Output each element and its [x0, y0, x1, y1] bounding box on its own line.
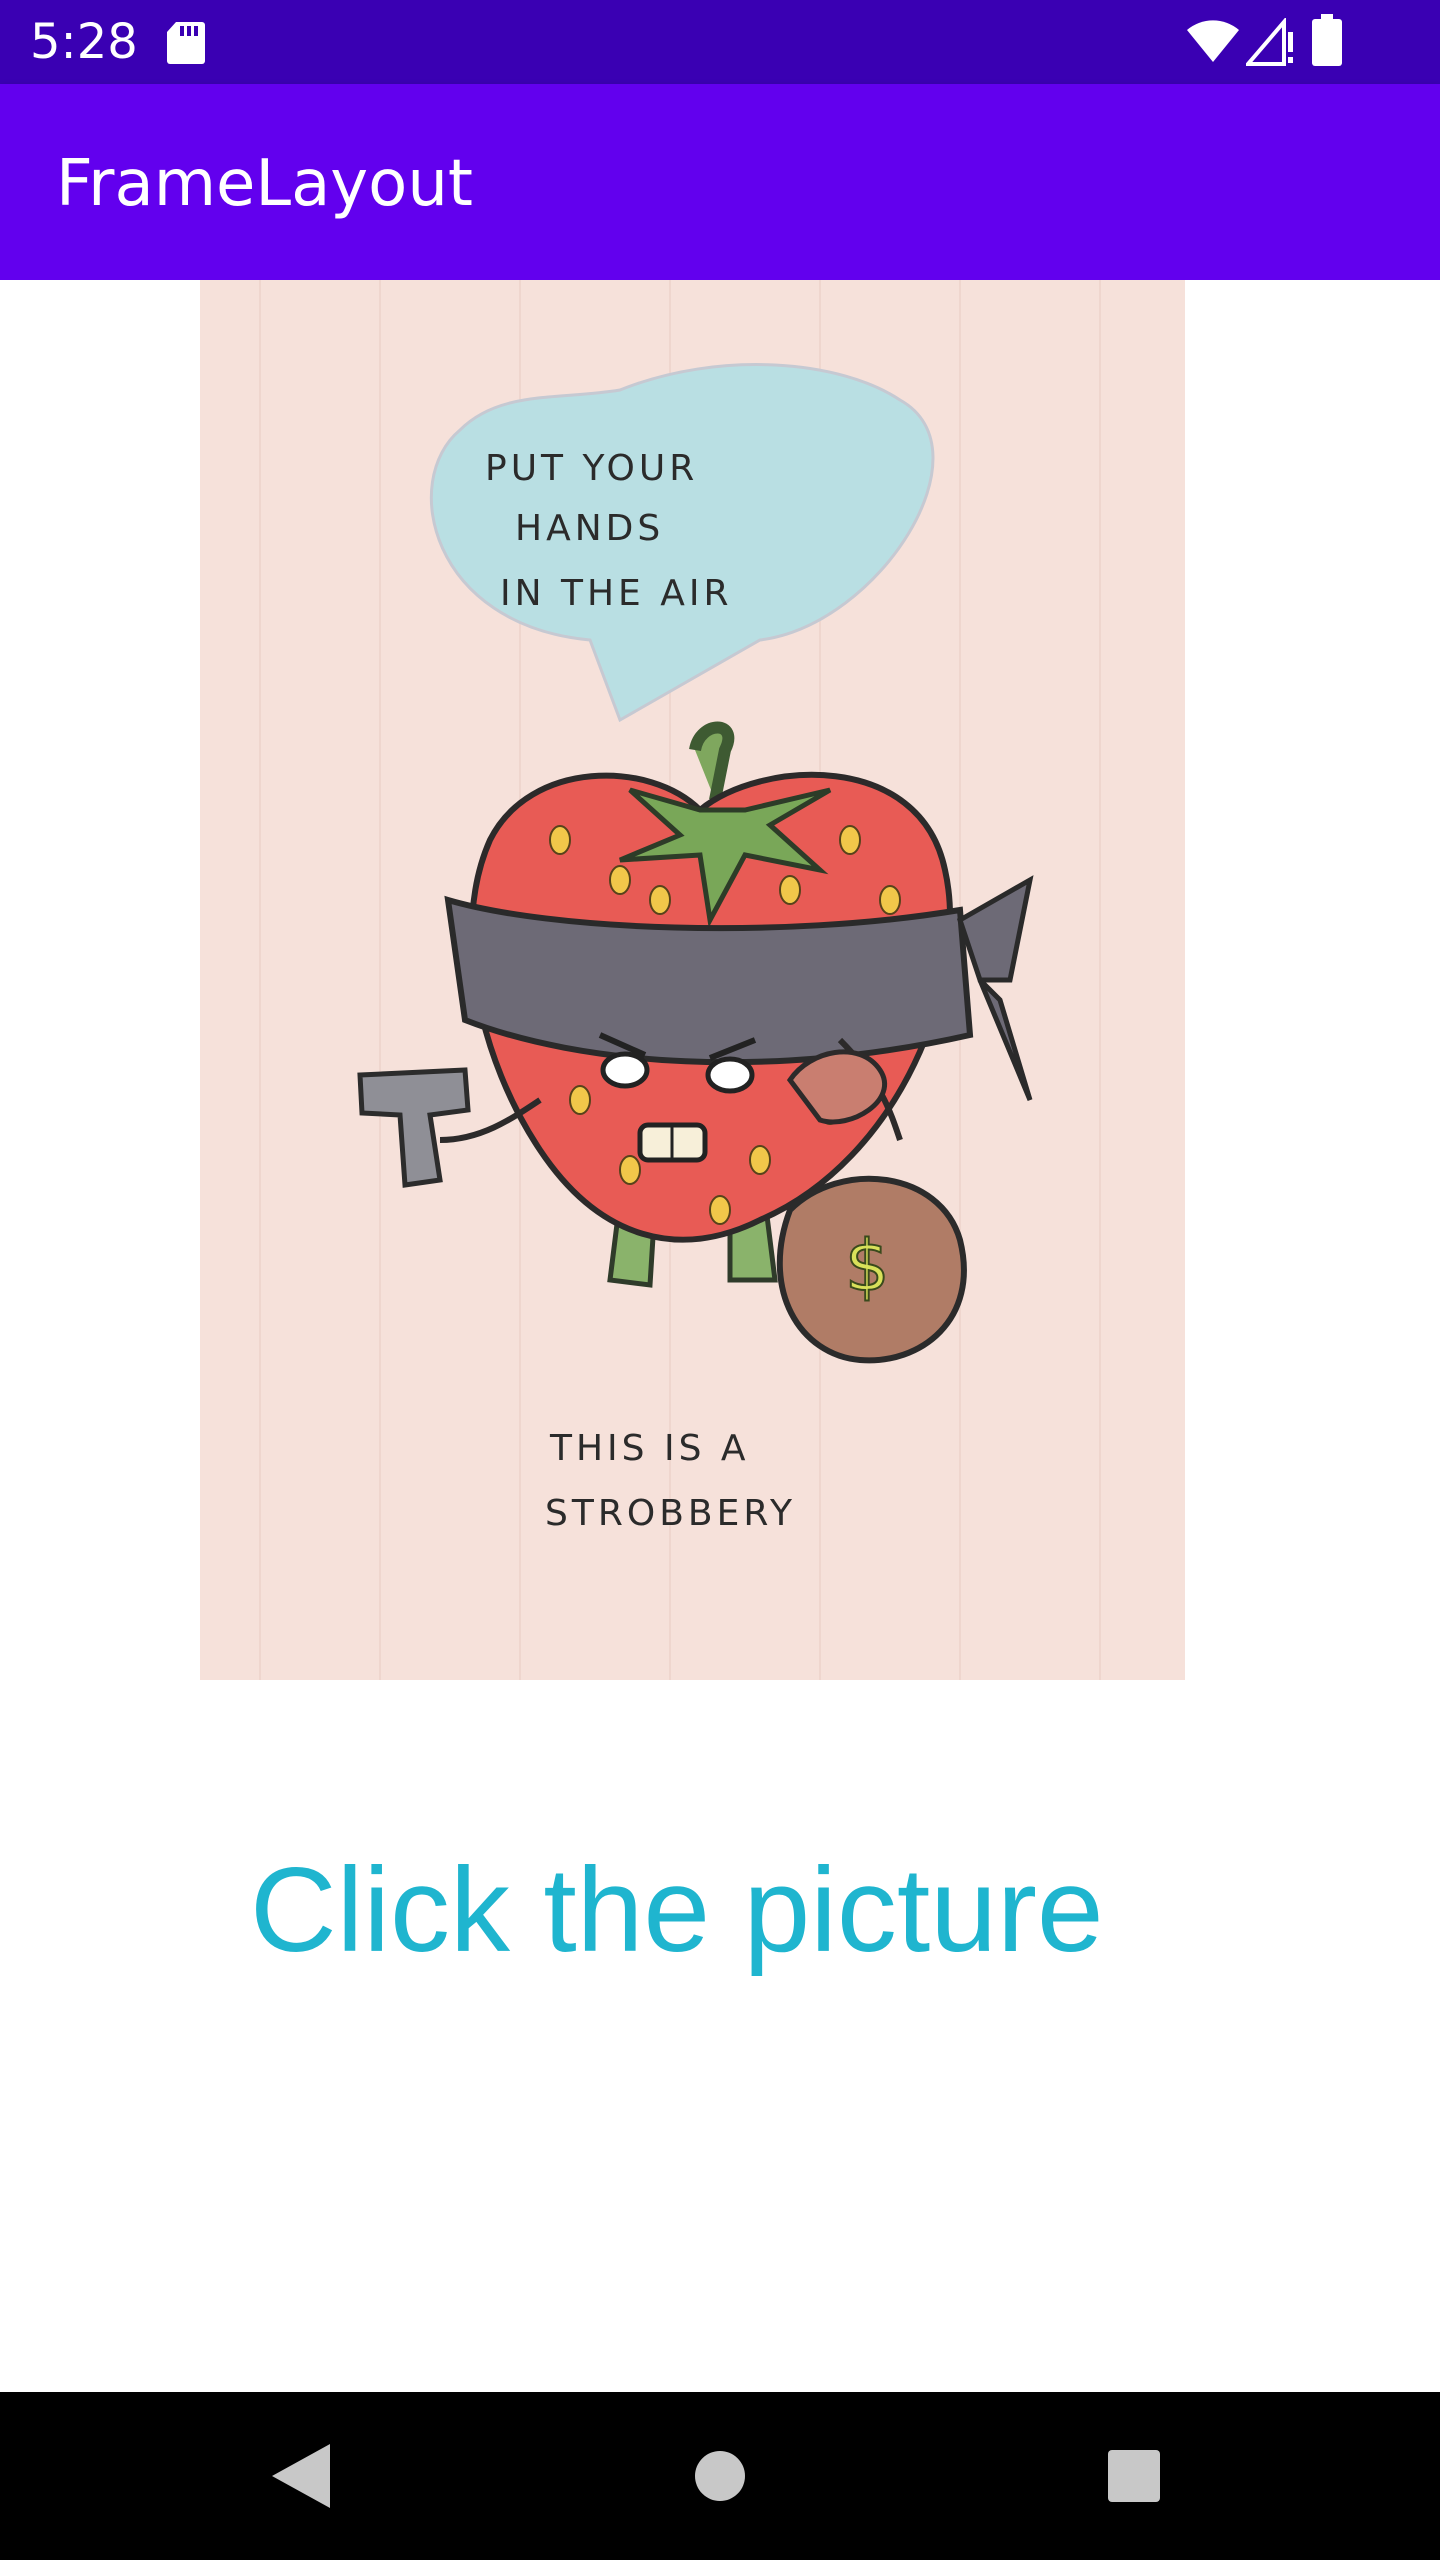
navigation-bar: [0, 2392, 1440, 2560]
sd-card-icon: [166, 20, 206, 66]
strawberry-picture[interactable]: PUT YOUR HANDS IN THE AIR $ THIS IS A ST…: [200, 280, 1185, 1680]
home-icon[interactable]: [694, 2450, 746, 2502]
status-bar: 5:28: [0, 0, 1440, 84]
wifi-icon: [1186, 18, 1240, 64]
strobbery-line-1: THIS IS A: [549, 1428, 750, 1469]
click-the-picture-label: Click the picture: [250, 1843, 1104, 1977]
strobbery-line-2: STROBBERY: [545, 1493, 796, 1534]
bubble-line-1: PUT YOUR: [485, 448, 698, 489]
status-time: 5:28: [30, 14, 138, 70]
money-symbol: $: [845, 1225, 890, 1307]
bubble-line-3: IN THE AIR: [500, 573, 733, 614]
app-bar: FrameLayout: [0, 84, 1440, 280]
bubble-line-2: HANDS: [515, 508, 664, 549]
app-title: FrameLayout: [56, 147, 473, 221]
signal-icon: [1243, 16, 1296, 66]
recents-icon[interactable]: [1108, 2450, 1160, 2502]
back-icon[interactable]: [270, 2442, 334, 2510]
main-content: PUT YOUR HANDS IN THE AIR $ THIS IS A ST…: [0, 280, 1440, 2392]
battery-icon: [1312, 14, 1342, 66]
